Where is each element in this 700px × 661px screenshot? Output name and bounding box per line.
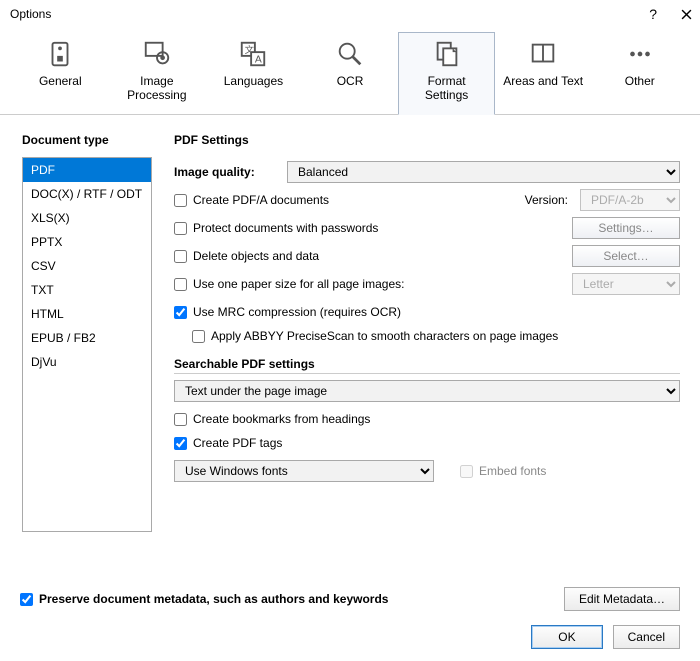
searchable-title: Searchable PDF settings [174, 357, 680, 374]
window-title: Options [10, 7, 51, 21]
titlebar: Options ? [0, 0, 700, 28]
languages-icon: 文A [238, 39, 268, 69]
areas-icon [528, 39, 558, 69]
format-icon [432, 39, 462, 69]
svg-text:A: A [255, 54, 262, 65]
create-pdfa-checkbox[interactable]: Create PDF/A documents [174, 193, 329, 207]
tab-label: Image Processing [127, 75, 186, 105]
list-item[interactable]: DjVu [23, 350, 151, 374]
tab-image-processing[interactable]: Image Processing [109, 32, 206, 114]
document-type-list[interactable]: PDF DOC(X) / RTF / ODT XLS(X) PPTX CSV T… [22, 157, 152, 532]
one-paper-checkbox[interactable]: Use one paper size for all page images: [174, 277, 404, 291]
text-layer-select[interactable]: Text under the page image [174, 380, 680, 402]
fonts-select[interactable]: Use Windows fonts [174, 460, 434, 482]
panel-title: PDF Settings [174, 133, 680, 147]
list-item[interactable]: XLS(X) [23, 206, 151, 230]
version-select: PDF/A-2b [580, 189, 680, 211]
version-label: Version: [525, 193, 568, 207]
list-item[interactable]: PPTX [23, 230, 151, 254]
list-item[interactable]: PDF [23, 158, 151, 182]
tab-label: OCR [337, 75, 364, 105]
tab-areas-text[interactable]: Areas and Text [495, 32, 592, 114]
tab-label: Other [625, 75, 655, 105]
tab-format-settings[interactable]: Format Settings [398, 32, 495, 115]
image-quality-select[interactable]: Balanced [287, 161, 680, 183]
tab-other[interactable]: Other [591, 32, 688, 114]
tab-general[interactable]: General [12, 32, 109, 114]
tab-label: Languages [224, 75, 283, 105]
tab-label: General [39, 75, 82, 105]
edit-metadata-button[interactable]: Edit Metadata… [564, 587, 680, 611]
close-icon[interactable] [681, 9, 692, 20]
tab-label: Areas and Text [503, 75, 583, 105]
tab-strip: General Image Processing 文A Languages OC… [0, 28, 700, 115]
protect-checkbox[interactable]: Protect documents with passwords [174, 221, 378, 235]
list-item[interactable]: CSV [23, 254, 151, 278]
tab-ocr[interactable]: OCR [302, 32, 399, 114]
image-icon [142, 39, 172, 69]
password-settings-button: Settings… [572, 217, 680, 239]
delete-objects-checkbox[interactable]: Delete objects and data [174, 249, 319, 263]
sidebar-title: Document type [22, 133, 152, 147]
tab-languages[interactable]: 文A Languages [205, 32, 302, 114]
precisescan-checkbox[interactable]: Apply ABBYY PreciseScan to smooth charac… [192, 329, 558, 343]
help-icon[interactable]: ? [649, 6, 657, 22]
select-objects-button: Select… [572, 245, 680, 267]
mrc-checkbox[interactable]: Use MRC compression (requires OCR) [174, 305, 401, 319]
list-item[interactable]: HTML [23, 302, 151, 326]
pdf-tags-checkbox[interactable]: Create PDF tags [174, 436, 282, 450]
other-icon [625, 39, 655, 69]
bookmarks-checkbox[interactable]: Create bookmarks from headings [174, 412, 370, 426]
list-item[interactable]: DOC(X) / RTF / ODT [23, 182, 151, 206]
list-item[interactable]: EPUB / FB2 [23, 326, 151, 350]
tab-label: Format Settings [425, 75, 468, 105]
general-icon [45, 39, 75, 69]
list-item[interactable]: TXT [23, 278, 151, 302]
image-quality-label: Image quality: [174, 165, 279, 179]
embed-fonts-checkbox: Embed fonts [460, 464, 546, 478]
ocr-icon [335, 39, 365, 69]
cancel-button[interactable]: Cancel [613, 625, 680, 649]
preserve-metadata-checkbox[interactable]: Preserve document metadata, such as auth… [20, 592, 388, 606]
paper-size-select: Letter [572, 273, 680, 295]
ok-button[interactable]: OK [531, 625, 602, 649]
